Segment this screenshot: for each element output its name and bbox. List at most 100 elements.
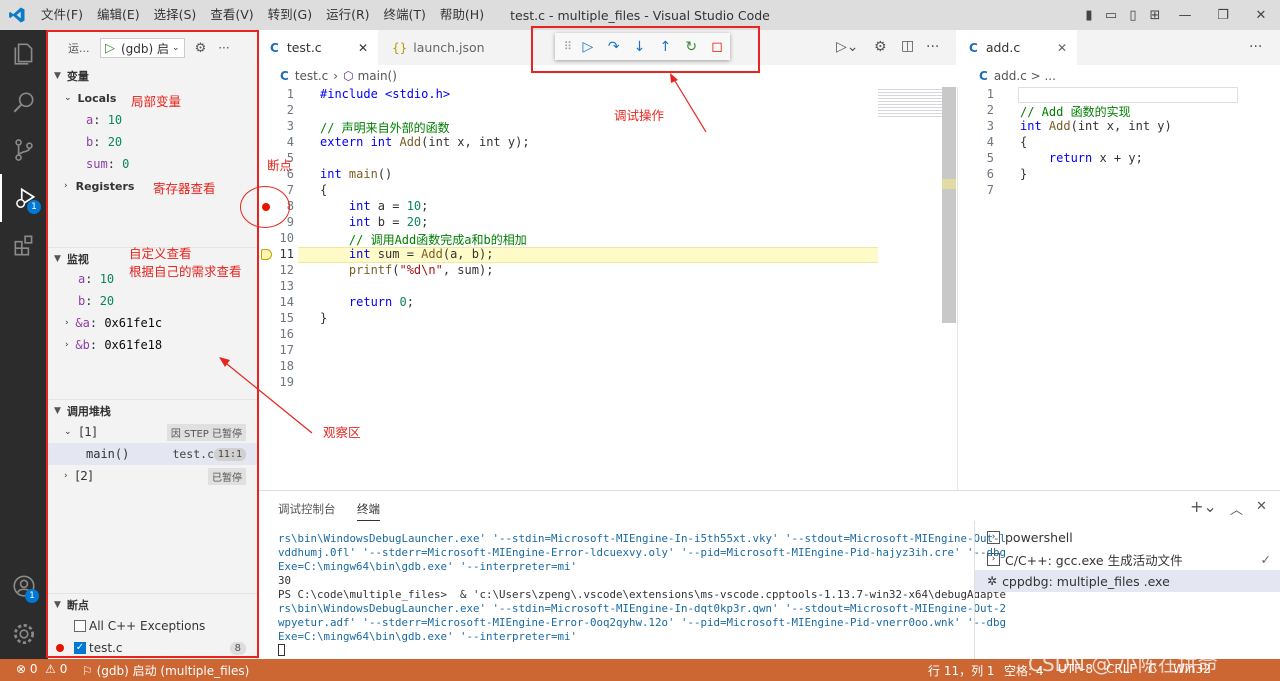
terminal-line: rs\bin\WindowsDebugLauncher.exe' '--stdi… <box>278 532 1007 545</box>
problems-status[interactable]: ⊗ 0 ⚠ 0 <box>16 662 67 676</box>
debug-config-status[interactable]: ⚐ (gdb) 启动 (multiple_files) <box>82 662 249 679</box>
close-icon[interactable]: ✕ <box>1057 41 1067 55</box>
activity-bar: 1 1 <box>0 30 48 659</box>
search-icon[interactable] <box>0 78 48 126</box>
minimap[interactable] <box>878 87 944 117</box>
line-number: 5 <box>986 151 994 165</box>
gear-icon[interactable]: ⚙ <box>874 39 887 55</box>
menu-terminal[interactable]: 终端(T) <box>377 0 433 30</box>
settings-gear-icon[interactable] <box>0 610 48 658</box>
breadcrumb-function[interactable]: main() <box>358 69 397 83</box>
more-actions-icon[interactable]: ··· <box>926 39 939 55</box>
code-line: // 调用Add函数完成a和b的相加 <box>320 233 527 247</box>
menu-run[interactable]: 运行(R) <box>319 0 376 30</box>
maximize-panel-icon[interactable]: ︿ <box>1230 499 1243 518</box>
menu-edit[interactable]: 编辑(E) <box>90 0 147 30</box>
terminal-name: C/C++: gcc.exe 生成活动文件 <box>1005 552 1183 568</box>
run-debug-icon[interactable]: 1 <box>0 174 48 222</box>
terminal-line: PS C:\code\multiple_files> & 'c:\Users\z… <box>278 588 1007 601</box>
toggle-secondary-sidebar-icon[interactable]: ▯ <box>1122 8 1144 23</box>
tab-launch-json[interactable]: {} launch.json <box>380 30 500 65</box>
restore-icon[interactable]: ❐ <box>1204 8 1242 23</box>
toggle-sidebar-icon[interactable]: ▮ <box>1078 8 1100 23</box>
annotation-breakpoint: 断点 <box>267 158 293 173</box>
function-symbol-icon: ⬡ <box>343 69 354 83</box>
close-icon[interactable]: ✕ <box>358 41 368 55</box>
debug-bug-icon: ✲ <box>987 574 998 588</box>
line-number: 18 <box>279 359 294 373</box>
terminal-item-gcc[interactable]: › C/C++: gcc.exe 生成活动文件 ✓ <box>975 548 1280 570</box>
debug-ops-box <box>531 26 760 73</box>
menu-help[interactable]: 帮助(H) <box>433 0 491 30</box>
cursor-position-status[interactable]: 行 11，列 1 <box>928 662 995 679</box>
right-code-editor[interactable]: 1 2 3 4 5 6 7 // Add 函数的实现 int Add(int x… <box>957 87 1280 490</box>
terminal-item-cppdbg[interactable]: ✲ cppdbg: multiple_files .exe <box>975 570 1280 592</box>
code-line: return 0; <box>320 295 414 309</box>
customize-layout-icon[interactable]: ⊞ <box>1144 8 1166 23</box>
explorer-icon[interactable] <box>0 30 48 78</box>
tab-add-c[interactable]: C add.c ✕ <box>957 30 1077 65</box>
line-number: 14 <box>279 295 294 309</box>
close-window-icon[interactable]: ✕ <box>1242 8 1280 23</box>
terminal-name: cppdbg: multiple_files .exe <box>1002 573 1170 589</box>
terminal-line: Exe=C:\mingw64\bin\gdb.exe' '--interpret… <box>278 630 578 643</box>
right-editor-tabs: C add.c ✕ ··· <box>957 30 1280 65</box>
line-number: 1 <box>986 87 994 101</box>
terminal-item-powershell[interactable]: › powershell <box>975 526 1280 548</box>
breadcrumb-file[interactable]: add.c > ... <box>994 69 1056 83</box>
tab-test-c[interactable]: C test.c ✕ <box>258 30 378 65</box>
account-icon[interactable]: 1 <box>0 562 48 610</box>
bottom-panel: 调试控制台 终端 +⌄ ︿ ✕ rs\bin\WindowsDebugLaunc… <box>258 490 1280 660</box>
c-file-icon: C <box>979 69 988 83</box>
line-number: 7 <box>986 183 994 197</box>
vscode-logo-icon <box>0 0 34 30</box>
line-number: 2 <box>986 103 994 117</box>
breadcrumb-file[interactable]: test.c <box>295 69 328 83</box>
terminal-icon: › <box>987 552 1000 566</box>
code-line: { <box>320 183 328 197</box>
code-line: { <box>1020 135 1028 149</box>
line-number: 19 <box>279 375 294 389</box>
scrollbar-thumb[interactable] <box>942 87 956 323</box>
breakpoint-circle <box>240 186 290 228</box>
terminal-name: powershell <box>1005 529 1073 545</box>
run-debug-split-icon[interactable]: ▷⌄ <box>836 39 859 55</box>
more-actions-icon[interactable]: ··· <box>1249 39 1262 55</box>
annotation-locals: 局部变量 <box>131 94 182 109</box>
code-line: printf("%d\n", sum); <box>320 263 494 277</box>
code-line: // Add 函数的实现 <box>1020 105 1131 119</box>
c-file-icon: C <box>969 40 978 55</box>
extensions-icon[interactable] <box>0 222 48 270</box>
tab-debug-console[interactable]: 调试控制台 <box>278 501 336 517</box>
new-terminal-icon[interactable]: +⌄ <box>1190 497 1217 516</box>
menu-go[interactable]: 转到(G) <box>261 0 319 30</box>
minimize-icon[interactable]: — <box>1166 8 1204 23</box>
source-control-icon[interactable] <box>0 126 48 174</box>
code-line: extern int Add(int x, int y); <box>320 135 530 149</box>
code-line: } <box>1020 167 1028 181</box>
split-editor-icon[interactable]: ◫ <box>901 38 914 54</box>
line-number: 4 <box>986 135 994 149</box>
chevron-right-icon: › <box>333 69 339 83</box>
line-number: 10 <box>279 231 294 245</box>
menu-view[interactable]: 查看(V) <box>203 0 260 30</box>
terminal-cursor <box>278 644 285 656</box>
line-number: 1 <box>286 87 294 101</box>
menu-file[interactable]: 文件(F) <box>34 0 90 30</box>
terminal-line: rs\bin\WindowsDebugLauncher.exe' '--stdi… <box>278 602 1007 615</box>
terminal-line: wpyetur.adf' '--stderr=Microsoft-MIEngin… <box>278 616 1007 629</box>
tab-terminal[interactable]: 终端 <box>357 501 380 521</box>
menu-selection[interactable]: 选择(S) <box>147 0 204 30</box>
c-file-icon: C <box>270 40 279 55</box>
code-line: int sum = Add(a, b); <box>320 247 494 261</box>
code-line: int a = 10; <box>320 199 429 213</box>
watermark: CSDN @ 小陈在拼命 <box>1028 652 1218 676</box>
toggle-panel-icon[interactable]: ▭ <box>1100 8 1122 23</box>
line-number: 4 <box>286 135 294 149</box>
tab-label: launch.json <box>413 40 485 55</box>
line-number: 3 <box>986 119 994 133</box>
code-line: int main() <box>320 167 393 181</box>
account-badge: 1 <box>25 589 39 603</box>
code-editor[interactable]: 1 2 3 4 5 6 7 8 9 10 11 12 13 14 15 16 1… <box>258 87 956 490</box>
close-panel-icon[interactable]: ✕ <box>1256 499 1267 514</box>
